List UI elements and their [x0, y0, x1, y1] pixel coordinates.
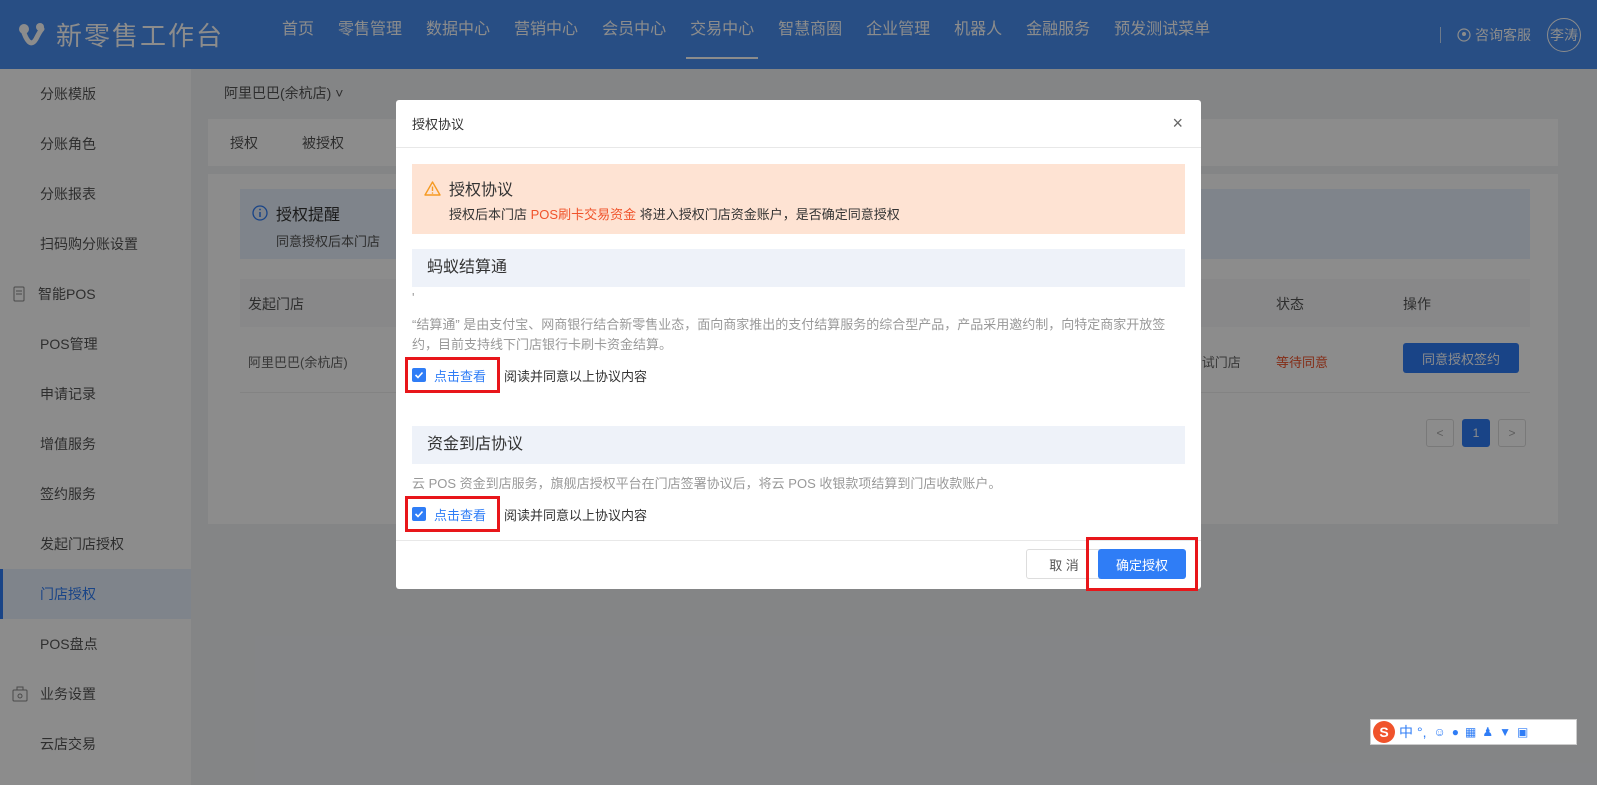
warning-banner: 授权协议 授权后本门店 POS刷卡交易资金 将进入授权门店资金账户，是否确定同意…	[412, 164, 1185, 234]
grid-icon[interactable]: ▣	[1517, 725, 1528, 739]
dialog-footer: 取 消 确定授权	[396, 540, 1201, 589]
agree-label-funds-to-store: 阅读并同意以上协议内容	[504, 507, 648, 523]
annotation-highlight-box	[1086, 537, 1198, 591]
emoji-icon[interactable]: ☺	[1434, 725, 1446, 739]
warning-title-text: 授权协议	[449, 182, 514, 199]
warning-text-after: 将进入授权门店资金账户，是否确定同意授权	[636, 207, 900, 222]
keyboard-icon[interactable]: ▦	[1465, 725, 1476, 739]
dialog-title: 授权协议	[412, 117, 465, 132]
section-description-funds-to-store: 云 POS 资金到店服务，旗舰店授权平台在门店签署协议后，将云 POS 收银款项…	[412, 476, 1002, 491]
agree-label-settlement: 阅读并同意以上协议内容	[504, 368, 648, 384]
section-title-funds-to-store: 资金到店协议	[412, 426, 1185, 464]
section-description-settlement: “结算通” 是由支付宝、网商银行结合新零售业态，面向商家推出的支付结算服务的综合…	[412, 317, 1166, 352]
warning-text-before: 授权后本门店	[449, 207, 531, 222]
ime-logo[interactable]: S	[1373, 721, 1395, 743]
annotation-highlight-box	[405, 496, 500, 532]
dialog-header: 授权协议 ×	[396, 100, 1201, 148]
shirt-icon[interactable]: ▼	[1499, 725, 1511, 739]
section-title-settlement: 蚂蚁结算通	[412, 249, 1185, 287]
user-icon[interactable]: ♟	[1482, 725, 1493, 739]
annotation-highlight-box	[405, 357, 500, 393]
ime-punctuation[interactable]: °,	[1417, 724, 1427, 740]
mic-icon[interactable]: ●	[1452, 725, 1459, 739]
authorization-agreement-dialog: 授权协议 × 授权协议 授权后本门店 POS刷卡交易资金 将进入授权门店资金账户…	[396, 100, 1201, 591]
close-icon[interactable]: ×	[1172, 114, 1183, 132]
warning-icon	[424, 180, 441, 196]
section-mark: '	[412, 290, 415, 305]
warning-title: 授权协议	[424, 176, 513, 200]
ime-toolbar: S 中 °, ☺ ● ▦ ♟ ▼ ▣	[1370, 719, 1577, 745]
ime-mode[interactable]: 中	[1399, 722, 1413, 742]
warning-text: 授权后本门店 POS刷卡交易资金 将进入授权门店资金账户，是否确定同意授权	[449, 204, 900, 223]
warning-highlight: POS刷卡交易资金	[530, 207, 637, 222]
